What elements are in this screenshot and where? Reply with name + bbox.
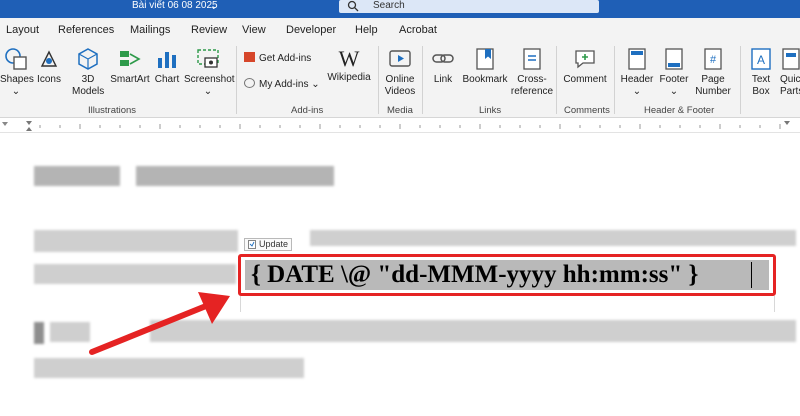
field-update-button[interactable]: Update — [244, 238, 293, 251]
link-icon — [432, 54, 454, 63]
blurred-text — [136, 166, 334, 186]
ribbon-tabs: Layout References Mailings Review View D… — [0, 18, 800, 42]
field-code-shading[interactable]: { DATE \@ "dd-MMM-yyyy hh:mm:ss" } — [245, 260, 769, 290]
icons-icon — [40, 50, 58, 67]
chevron-down-icon: ⌄ — [203, 86, 213, 97]
update-icon — [248, 240, 256, 249]
ruler[interactable] — [0, 119, 800, 133]
smartart-button[interactable]: SmartArt — [108, 46, 152, 86]
group-divider — [614, 46, 615, 114]
chevron-down-icon: ⌄ — [632, 86, 642, 97]
blurred-text — [310, 230, 796, 246]
comment-button[interactable]: Comment — [560, 46, 610, 86]
search-box[interactable]: Search — [339, 0, 599, 13]
tab-acrobat[interactable]: Acrobat — [399, 22, 437, 38]
3d-models-button[interactable]: 3D Models — [72, 46, 104, 98]
group-divider — [422, 46, 423, 114]
wikipedia-button[interactable]: W Wikipedia — [326, 46, 372, 84]
bookmark-button[interactable]: Bookmark — [462, 46, 508, 86]
chevron-down-icon: ⌄ — [669, 86, 679, 97]
svg-text:A: A — [757, 53, 765, 67]
group-label-comments: Comments — [564, 105, 610, 116]
my-addins-button[interactable]: My Add-ins ⌄ — [244, 78, 320, 92]
text-box-button[interactable]: A Text Box — [744, 46, 778, 98]
svg-text:#: # — [710, 54, 717, 66]
field-boundary — [774, 296, 775, 312]
blurred-text — [34, 322, 44, 344]
field-code-highlight: { DATE \@ "dd-MMM-yyyy hh:mm:ss" } — [238, 254, 776, 296]
cross-reference-button[interactable]: Cross- reference — [510, 46, 554, 98]
smartart-icon — [120, 51, 141, 66]
header-button[interactable]: Header ⌄ — [618, 46, 656, 98]
title-dropdown-icon[interactable]: ⌄ — [210, 0, 218, 12]
quick-parts-button[interactable]: Quic Parts — [780, 46, 800, 98]
tab-review[interactable]: Review — [191, 22, 227, 38]
cross-reference-icon — [523, 48, 541, 70]
screenshot-icon — [197, 49, 219, 68]
chart-icon — [158, 52, 176, 68]
blurred-text — [34, 166, 120, 186]
group-label-illustrations: Illustrations — [88, 105, 137, 116]
video-icon — [389, 50, 411, 67]
search-placeholder: Search — [373, 0, 405, 11]
document-page[interactable]: Update { DATE \@ "dd-MMM-yyyy hh:mm:ss" … — [0, 134, 800, 416]
shapes-button[interactable]: Shapes ⌄ — [0, 46, 34, 98]
group-divider — [556, 46, 557, 114]
group-label-addins: Add-ins — [291, 105, 324, 116]
blurred-text — [34, 264, 236, 284]
chevron-down-icon: ⌄ — [11, 86, 21, 97]
title-bar: Bài viết 06 08 2025 ⌄ Search — [0, 0, 800, 18]
group-divider — [378, 46, 379, 114]
addins-icon — [244, 78, 255, 88]
store-icon — [244, 52, 255, 62]
text-cursor — [751, 262, 752, 288]
ribbon: Shapes ⌄ Icons 3D Models SmartArt Chart … — [0, 42, 800, 118]
tab-help[interactable]: Help — [355, 22, 378, 38]
document-title: Bài viết 06 08 2025 — [132, 0, 218, 11]
tab-developer[interactable]: Developer — [286, 22, 336, 38]
cube-icon — [78, 48, 98, 70]
group-divider — [236, 46, 237, 114]
group-divider — [740, 46, 741, 114]
link-button[interactable]: Link — [428, 46, 458, 86]
online-videos-button[interactable]: Online Videos — [382, 46, 418, 98]
text-box-icon: A — [751, 48, 771, 70]
tab-layout[interactable]: Layout — [6, 22, 39, 38]
shapes-icon — [5, 48, 27, 70]
red-arrow-annotation — [89, 292, 230, 355]
ruler-ticks — [2, 121, 790, 131]
page-number-button[interactable]: # Page Number — [692, 46, 734, 98]
field-code-text[interactable]: { DATE \@ "dd-MMM-yyyy hh:mm:ss" } — [251, 261, 698, 289]
wikipedia-icon: W — [338, 46, 360, 71]
tab-view[interactable]: View — [242, 22, 266, 38]
chart-button[interactable]: Chart — [152, 46, 182, 86]
footer-button[interactable]: Footer ⌄ — [656, 46, 692, 98]
header-icon — [628, 48, 646, 70]
bookmark-icon — [476, 48, 494, 70]
blurred-text — [34, 230, 238, 252]
page-number-icon: # — [704, 48, 722, 70]
get-addins-button[interactable]: Get Add-ins — [244, 52, 311, 66]
footer-icon — [665, 48, 683, 70]
chevron-down-icon: ⌄ — [311, 79, 320, 90]
tab-references[interactable]: References — [58, 22, 114, 38]
group-label-media: Media — [387, 105, 413, 116]
group-label-header-footer: Header & Footer — [644, 105, 715, 116]
group-label-links: Links — [479, 105, 502, 116]
search-icon — [347, 0, 359, 12]
icons-button[interactable]: Icons — [34, 46, 64, 86]
screenshot-button[interactable]: Screenshot ⌄ — [184, 46, 235, 98]
comment-icon — [575, 50, 595, 69]
tab-mailings[interactable]: Mailings — [130, 22, 170, 38]
quick-parts-icon — [782, 48, 800, 70]
